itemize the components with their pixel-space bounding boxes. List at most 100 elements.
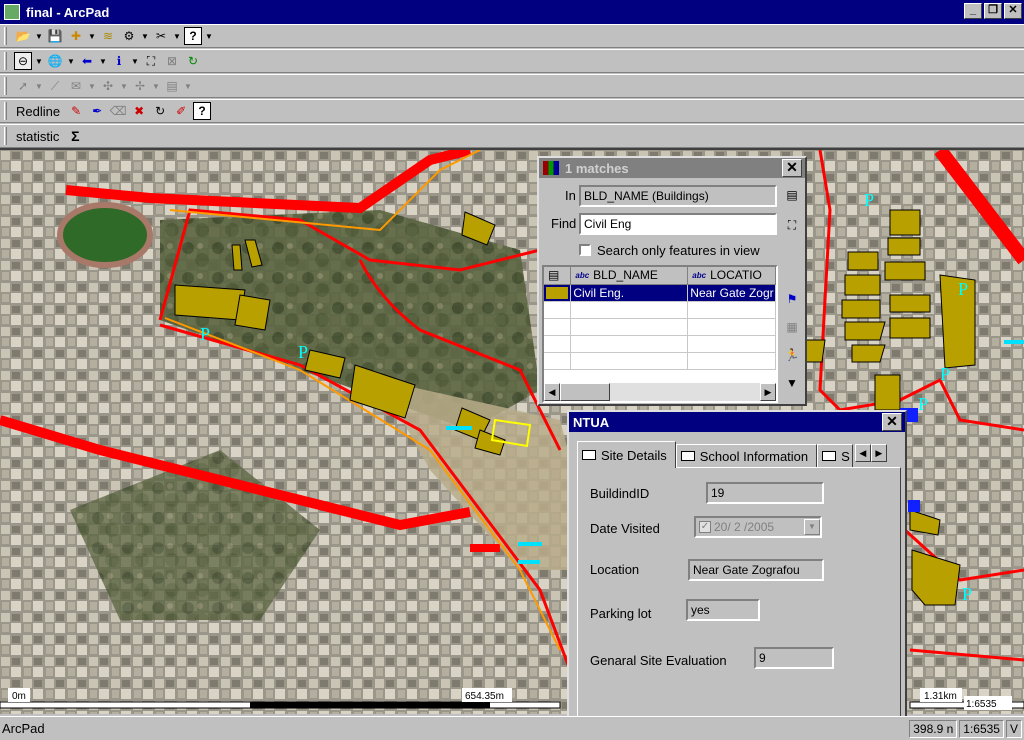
vertex-icon[interactable]: ✣ <box>99 77 117 95</box>
open-icon[interactable]: 📂 <box>14 27 32 45</box>
form-tabs: Site Details School Information S ◀ ▶ <box>577 441 887 468</box>
select-dropdown-icon[interactable]: ▼ <box>35 82 43 91</box>
open-dropdown-icon[interactable]: ▼ <box>35 32 43 41</box>
in-layer-field[interactable]: BLD_NAME (Buildings) <box>579 185 777 207</box>
cell-bld-name: Civil Eng. <box>571 285 689 301</box>
eraser-icon[interactable]: ⌫ <box>109 102 127 120</box>
status-bar: ArcPad 398.9 n 1:6535 V <box>0 716 1024 740</box>
move-vertex-icon[interactable]: ✢ <box>131 77 149 95</box>
building-id-field[interactable]: 19 <box>706 482 824 504</box>
vertex-dropdown-icon[interactable]: ▼ <box>120 82 128 91</box>
parking-marker[interactable]: P <box>940 364 950 384</box>
find-binoculars-icon[interactable]: ⛶ <box>142 52 160 70</box>
sigma-icon[interactable]: Σ <box>66 127 84 145</box>
bus-marker[interactable] <box>518 542 542 546</box>
full-extent-icon[interactable]: 🌐 <box>46 52 64 70</box>
minimize-button[interactable]: _ <box>964 3 982 19</box>
marker-icon[interactable]: ✐ <box>172 102 190 120</box>
layers-icon[interactable]: ≋ <box>99 27 117 45</box>
layer-list-icon[interactable]: ▤ <box>783 186 801 204</box>
more-down-arrow-icon[interactable]: ▼ <box>783 374 801 392</box>
location-field[interactable]: Near Gate Zografou <box>688 559 824 581</box>
date-dropdown-icon[interactable]: ▼ <box>804 519 820 535</box>
bus-marker[interactable] <box>1004 340 1024 344</box>
restore-button[interactable]: ❐ <box>984 3 1002 19</box>
bus-marker[interactable] <box>446 426 472 430</box>
arcpad-app-icon[interactable] <box>4 4 20 20</box>
ntua-dialog-title: NTUA <box>573 414 610 430</box>
parking-marker[interactable]: P <box>962 584 972 604</box>
date-checkbox[interactable]: ✓ <box>699 521 711 533</box>
feature-edit-icon[interactable]: ▦ <box>783 318 801 336</box>
save-icon[interactable]: 💾 <box>46 27 64 45</box>
table-row[interactable]: Civil Eng. Near Gate Zogr <box>544 285 776 302</box>
back-arrow-icon[interactable]: ⬅ <box>78 52 96 70</box>
feature-properties-icon[interactable]: ▤ <box>163 77 181 95</box>
evaluation-field[interactable]: 9 <box>754 647 834 669</box>
tools-icon[interactable]: ✂ <box>152 27 170 45</box>
find-dialog-titlebar[interactable]: 1 matches ✕ <box>539 158 805 178</box>
tools-dropdown-icon[interactable]: ▼ <box>173 32 181 41</box>
envelope-dropdown-icon[interactable]: ▼ <box>88 82 96 91</box>
column-header-bld-name[interactable]: abc BLD_NAME <box>571 267 689 284</box>
envelope-icon[interactable]: ✉ <box>67 77 85 95</box>
delete-redline-icon[interactable]: ✖ <box>130 102 148 120</box>
date-visited-picker[interactable]: ✓ 20/ 2 /2005 ▼ <box>694 516 822 538</box>
scroll-thumb[interactable] <box>560 383 610 401</box>
add-layer-icon[interactable]: ✚ <box>67 27 85 45</box>
ntua-dialog-close-button[interactable]: ✕ <box>882 413 902 431</box>
redline-help-icon[interactable]: ? <box>193 102 212 120</box>
scale-bar-start: 0m <box>12 691 26 702</box>
column-header-location[interactable]: abc LOCATIO <box>688 267 776 284</box>
scroll-right-button[interactable]: ▶ <box>760 383 776 401</box>
polyline-icon[interactable]: ⟋ <box>46 77 64 95</box>
close-button[interactable]: ✕ <box>1004 3 1022 19</box>
parking-marker[interactable]: P <box>298 342 308 362</box>
rotate-icon[interactable]: ↻ <box>151 102 169 120</box>
back-dropdown-icon[interactable]: ▼ <box>99 57 107 66</box>
parking-lot-field[interactable]: yes <box>686 599 760 621</box>
find-input[interactable]: Civil Eng <box>579 213 777 235</box>
gps-icon[interactable]: ⚙ <box>120 27 138 45</box>
search-view-checkbox[interactable] <box>579 244 591 256</box>
find-binoculars-icon[interactable]: ⛶ <box>783 216 801 234</box>
identify-icon[interactable]: ℹ <box>110 52 128 70</box>
help-dropdown-icon[interactable]: ▼ <box>205 32 213 41</box>
refresh-icon[interactable]: ↻ <box>184 52 202 70</box>
properties-dropdown-icon[interactable]: ▼ <box>184 82 192 91</box>
goto-feature-icon[interactable]: 🏃 <box>783 346 801 364</box>
status-extra: V <box>1005 719 1022 738</box>
select-arrow-icon[interactable]: ➚ <box>14 77 32 95</box>
zoom-to-feature-icon[interactable]: ⚑ <box>783 290 801 308</box>
pencil-icon[interactable]: ✎ <box>67 102 85 120</box>
tab-scroll-right-button[interactable]: ▶ <box>870 444 887 462</box>
parking-marker[interactable]: P <box>958 279 968 299</box>
in-label: In <box>565 188 576 203</box>
zoom-dropdown-icon[interactable]: ▼ <box>35 57 43 66</box>
bus-stop-marker[interactable] <box>908 500 920 512</box>
identify-dropdown-icon[interactable]: ▼ <box>131 57 139 66</box>
clear-selection-icon[interactable]: ⊠ <box>163 52 181 70</box>
tab-third[interactable]: S <box>817 444 853 468</box>
scroll-left-button[interactable]: ◀ <box>544 383 560 401</box>
tab-scroll-left-button[interactable]: ◀ <box>854 444 871 462</box>
move-dropdown-icon[interactable]: ▼ <box>152 82 160 91</box>
parking-marker[interactable]: P <box>864 190 874 210</box>
help-icon[interactable]: ? <box>184 27 202 45</box>
gps-dropdown-icon[interactable]: ▼ <box>141 32 149 41</box>
building-id-label: BuildindID <box>590 486 650 501</box>
tab-school-information[interactable]: School Information <box>675 444 818 468</box>
scale-bar-end: 1.31km <box>924 691 957 702</box>
tab-site-details[interactable]: Site Details <box>577 441 676 468</box>
extent-dropdown-icon[interactable]: ▼ <box>67 57 75 66</box>
ntua-dialog-titlebar[interactable]: NTUA ✕ <box>569 412 905 432</box>
parking-marker[interactable]: P <box>200 324 210 344</box>
add-layer-dropdown-icon[interactable]: ▼ <box>88 32 96 41</box>
bus-marker[interactable] <box>518 560 540 564</box>
pen-icon[interactable]: ✒ <box>88 102 106 120</box>
horizontal-scrollbar[interactable]: ◀ ▶ <box>544 383 776 401</box>
find-dialog-close-button[interactable]: ✕ <box>782 159 802 177</box>
parking-marker[interactable]: P <box>918 394 928 414</box>
status-app-label: ArcPad <box>2 721 45 736</box>
zoom-out-icon[interactable]: ⊖ <box>14 52 32 70</box>
